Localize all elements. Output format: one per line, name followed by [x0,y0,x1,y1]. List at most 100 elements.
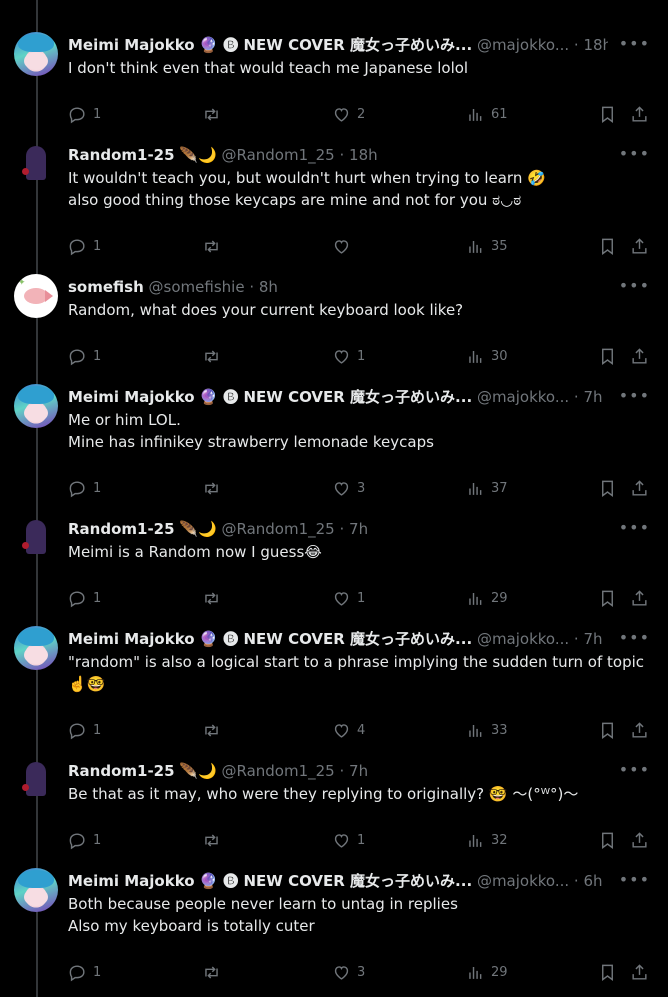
author-name[interactable]: somefish [68,278,144,296]
author-name[interactable]: Random1-25 [68,146,175,164]
repost-button[interactable] [202,477,227,499]
bookmark-button[interactable] [598,345,623,367]
author-handle[interactable]: @majokko... [477,630,569,648]
bookmark-button[interactable] [598,829,623,851]
avatar[interactable] [14,32,58,76]
author-name[interactable]: Random1-25 [68,520,175,538]
more-options-icon[interactable]: ••• [619,760,650,780]
repost-button[interactable] [202,829,227,851]
author-handle[interactable]: @Random1_25 [221,762,334,780]
author-name[interactable]: Meimi Majokko [68,36,195,54]
like-button[interactable]: 2 [332,103,365,125]
reply-button[interactable]: 1 [68,829,101,851]
like-button[interactable]: 4 [332,719,365,741]
like-button[interactable]: 1 [332,587,365,609]
author-name[interactable]: Meimi Majokko [68,630,195,648]
post-time[interactable]: 7h [349,520,368,538]
avatar[interactable] [14,868,58,912]
post-time[interactable]: 8h [259,278,278,296]
views-button[interactable]: 61 [466,103,508,125]
share-button[interactable] [630,961,655,983]
more-options-icon[interactable]: ••• [619,386,650,406]
reply-button[interactable]: 1 [68,719,101,741]
views-button[interactable]: 32 [466,829,508,851]
post-time[interactable]: 7h [349,762,368,780]
post[interactable]: Random1-25 🪶🌙 @Random1_25 · 7h ••• Be that… [0,758,668,860]
views-button[interactable]: 37 [466,477,508,499]
reply-button[interactable]: 1 [68,961,101,983]
author-handle[interactable]: @Random1_25 [221,520,334,538]
bookmark-button[interactable] [598,103,623,125]
share-button[interactable] [630,719,655,741]
views-button[interactable]: 30 [466,345,508,367]
like-button[interactable]: 3 [332,477,365,499]
like-button[interactable] [332,235,357,257]
views-button[interactable]: 33 [466,719,508,741]
avatar[interactable] [14,142,58,186]
avatar[interactable] [14,758,58,802]
like-button[interactable]: 1 [332,829,365,851]
more-options-icon[interactable]: ••• [619,518,650,538]
post-time[interactable]: 18h [583,36,608,54]
views-button[interactable]: 29 [466,961,508,983]
repost-button[interactable] [202,587,227,609]
reply-button[interactable]: 1 [68,477,101,499]
author-handle[interactable]: @majokko... [477,388,569,406]
more-options-icon[interactable]: ••• [619,870,650,890]
post[interactable]: Meimi Majokko 🔮 🅑 NEW COVER 魔女っ子めいみ... @… [0,868,668,992]
views-button[interactable]: 29 [466,587,508,609]
views-button[interactable]: 35 [466,235,508,257]
post[interactable]: Random1-25 🪶🌙 @Random1_25 · 7h ••• Meimi i… [0,516,668,618]
like-icon [334,723,349,738]
reply-button[interactable]: 1 [68,103,101,125]
share-button[interactable] [630,829,655,851]
more-options-icon[interactable]: ••• [619,144,650,164]
post[interactable]: Meimi Majokko 🔮 🅑 NEW COVER 魔女っ子めいみ... @… [0,32,668,134]
post-time[interactable]: 6h [583,872,602,890]
author-name[interactable]: Meimi Majokko [68,872,195,890]
repost-button[interactable] [202,103,227,125]
repost-button[interactable] [202,235,227,257]
more-options-icon[interactable]: ••• [619,276,650,296]
avatar[interactable] [14,626,58,670]
post[interactable]: ✦ somefish @somefishie · 8h ••• Random, wha… [0,274,668,376]
more-options-icon[interactable]: ••• [619,628,650,648]
post[interactable]: Meimi Majokko 🔮 🅑 NEW COVER 魔女っ子めいみ... @… [0,626,668,750]
bookmark-button[interactable] [598,477,623,499]
reply-button[interactable]: 1 [68,345,101,367]
more-options-icon[interactable]: ••• [619,34,650,54]
author-name[interactable]: Random1-25 [68,762,175,780]
bookmark-button[interactable] [598,961,623,983]
author-handle[interactable]: @majokko... [477,36,569,54]
repost-button[interactable] [202,345,227,367]
avatar[interactable] [14,384,58,428]
post-time[interactable]: 7h [583,630,602,648]
share-button[interactable] [630,477,655,499]
reply-icon [69,832,85,849]
post-time[interactable]: 7h [583,388,602,406]
like-count: 3 [357,480,366,496]
avatar[interactable] [14,516,58,560]
share-button[interactable] [630,235,655,257]
avatar[interactable]: ✦ [14,274,58,318]
author-handle[interactable]: @Random1_25 [221,146,334,164]
bookmark-button[interactable] [598,235,623,257]
share-button[interactable] [630,587,655,609]
share-button[interactable] [630,345,655,367]
reply-button[interactable]: 1 [68,235,101,257]
post[interactable]: Random1-25 🪶🌙 @Random1_25 · 18h ••• It wou… [0,142,668,266]
author-name[interactable]: Meimi Majokko [68,388,195,406]
share-button[interactable] [630,103,655,125]
views-icon [469,834,482,847]
like-button[interactable]: 1 [332,345,365,367]
bookmark-button[interactable] [598,719,623,741]
author-handle[interactable]: @somefishie [149,278,245,296]
like-button[interactable]: 3 [332,961,365,983]
repost-button[interactable] [202,719,227,741]
post-time[interactable]: 18h [349,146,378,164]
bookmark-button[interactable] [598,587,623,609]
repost-button[interactable] [202,961,227,983]
post[interactable]: Meimi Majokko 🔮 🅑 NEW COVER 魔女っ子めいみ... @… [0,384,668,508]
reply-button[interactable]: 1 [68,587,101,609]
author-handle[interactable]: @majokko... [477,872,569,890]
